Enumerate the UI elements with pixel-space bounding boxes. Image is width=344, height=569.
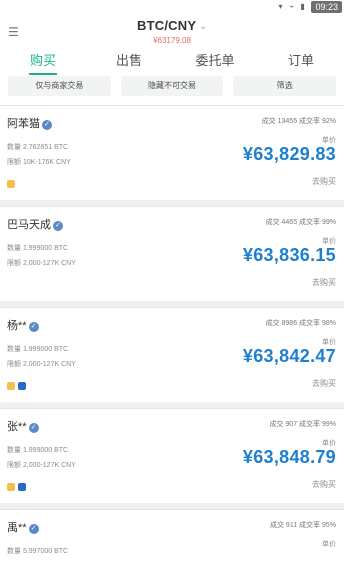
trade-stats: 成交 13455 成交率 92%: [261, 118, 336, 125]
header: ☰ BTC/CNY ⌄ ¥63179.08: [0, 14, 344, 50]
quantity-text: 数量 5.997000 BTC: [7, 548, 69, 555]
trade-stats: 成交 911 成交率 95%: [269, 522, 336, 529]
merchant-name-text: 张**: [7, 421, 27, 433]
signal-icon: ▾: [278, 2, 283, 11]
tab-orders-entrust[interactable]: 委托单: [172, 50, 258, 75]
payment-icon: [18, 483, 26, 491]
merchant-name-text: 巴马天成: [7, 219, 51, 231]
unit-label: 单价: [322, 541, 336, 548]
merchant-name-text: 阿苯猫: [7, 118, 40, 130]
verified-icon: ✓: [28, 322, 39, 332]
trade-stats: 成交 907 成交率 99%: [269, 421, 336, 428]
hide-unavailable-filter[interactable]: 隐藏不可交易: [120, 76, 224, 96]
buy-link[interactable]: 去购买: [312, 378, 336, 389]
pair-selector[interactable]: BTC/CNY ⌄: [0, 18, 344, 33]
wifi-icon: ⌁: [289, 2, 295, 11]
merchant-name: 张** ✓: [7, 418, 39, 434]
tab-orders[interactable]: 订单: [258, 50, 344, 75]
current-price: ¥63179.08: [153, 36, 191, 45]
tabs: 购买 出售 委托单 订单: [0, 50, 344, 75]
filter-button[interactable]: 筛选: [233, 76, 337, 96]
tab-buy[interactable]: 购买: [0, 50, 86, 75]
status-right: ▾ ⌁ ▮ 09:23: [278, 0, 344, 14]
battery-icon: ▮: [300, 2, 305, 11]
offer-price: ¥63,842.47: [242, 346, 336, 366]
offer-price: ¥63,829.83: [242, 144, 336, 164]
quantity-text: 数量 1.999000 BTC: [7, 447, 69, 454]
merchant-name: 巴马天成 ✓: [7, 216, 63, 232]
verified-icon: ✓: [28, 423, 39, 433]
offer-card[interactable]: 杨** ✓ 成交 8986 成交率 98% 数量 1.999000 BTC 限额 …: [0, 307, 344, 402]
chevron-down-icon[interactable]: ⌄: [199, 21, 207, 32]
tab-sell[interactable]: 出售: [86, 50, 172, 75]
payment-icon: [7, 180, 15, 188]
limit-text: 限额 2,000-127K CNY: [7, 462, 76, 469]
payment-icon: [7, 483, 15, 491]
merchant-name: 杨** ✓: [7, 317, 39, 333]
quantity-text: 数量 1.999000 BTC: [7, 346, 69, 353]
status-time: 09:23: [311, 1, 342, 13]
merchant-name-text: 禹**: [7, 522, 27, 534]
limit-text: 限额 10K-176K CNY: [7, 159, 71, 166]
merchant-name-text: 杨**: [7, 320, 27, 332]
payment-icon: [18, 382, 26, 390]
payment-methods: [7, 180, 15, 188]
offer-price: ¥63,848.79: [242, 447, 336, 467]
offer-card[interactable]: 阿苯猫 ✓ 成交 13455 成交率 92% 数量 2.762651 BTC 限额…: [0, 105, 344, 200]
pair-label[interactable]: BTC/CNY: [137, 18, 196, 33]
trade-stats: 成交 4465 成交率 99%: [265, 219, 336, 226]
quantity-text: 数量 2.762651 BTC: [7, 144, 69, 151]
offer-list: 阿苯猫 ✓ 成交 13455 成交率 92% 数量 2.762651 BTC 限额…: [0, 105, 344, 569]
offer-card[interactable]: 巴马天成 ✓ 成交 4465 成交率 99% 数量 1.999000 BTC 限额…: [0, 206, 344, 301]
payment-methods: [7, 483, 26, 491]
offer-card[interactable]: 禹** ✓ 成交 911 成交率 95% 数量 5.997000 BTC 单价: [0, 509, 344, 569]
offer-price: ¥63,836.15: [242, 245, 336, 265]
filters-bar: 仅与商家交易 隐藏不可交易 筛选: [0, 76, 344, 101]
limit-text: 限额 2,000-127K CNY: [7, 260, 76, 267]
status-bar: ▾ ⌁ ▮ 09:23: [0, 0, 344, 14]
payment-icon: [7, 382, 15, 390]
merchant-name: 阿苯猫 ✓: [7, 115, 52, 131]
verified-icon: ✓: [53, 221, 63, 231]
offer-card[interactable]: 张** ✓ 成交 907 成交率 99% 数量 1.999000 BTC 限额 2…: [0, 408, 344, 503]
payment-methods: [7, 382, 26, 390]
buy-link[interactable]: 去购买: [312, 176, 336, 187]
buy-link[interactable]: 去购买: [312, 479, 336, 490]
merchant-name: 禹** ✓: [7, 519, 39, 535]
verified-icon: ✓: [28, 524, 39, 534]
quantity-text: 数量 1.999000 BTC: [7, 245, 69, 252]
merchant-only-filter[interactable]: 仅与商家交易: [8, 76, 111, 96]
buy-link[interactable]: 去购买: [312, 277, 336, 288]
trade-stats: 成交 8986 成交率 98%: [265, 320, 336, 327]
limit-text: 限额 2,000-127K CNY: [7, 361, 76, 368]
verified-icon: ✓: [42, 120, 52, 130]
